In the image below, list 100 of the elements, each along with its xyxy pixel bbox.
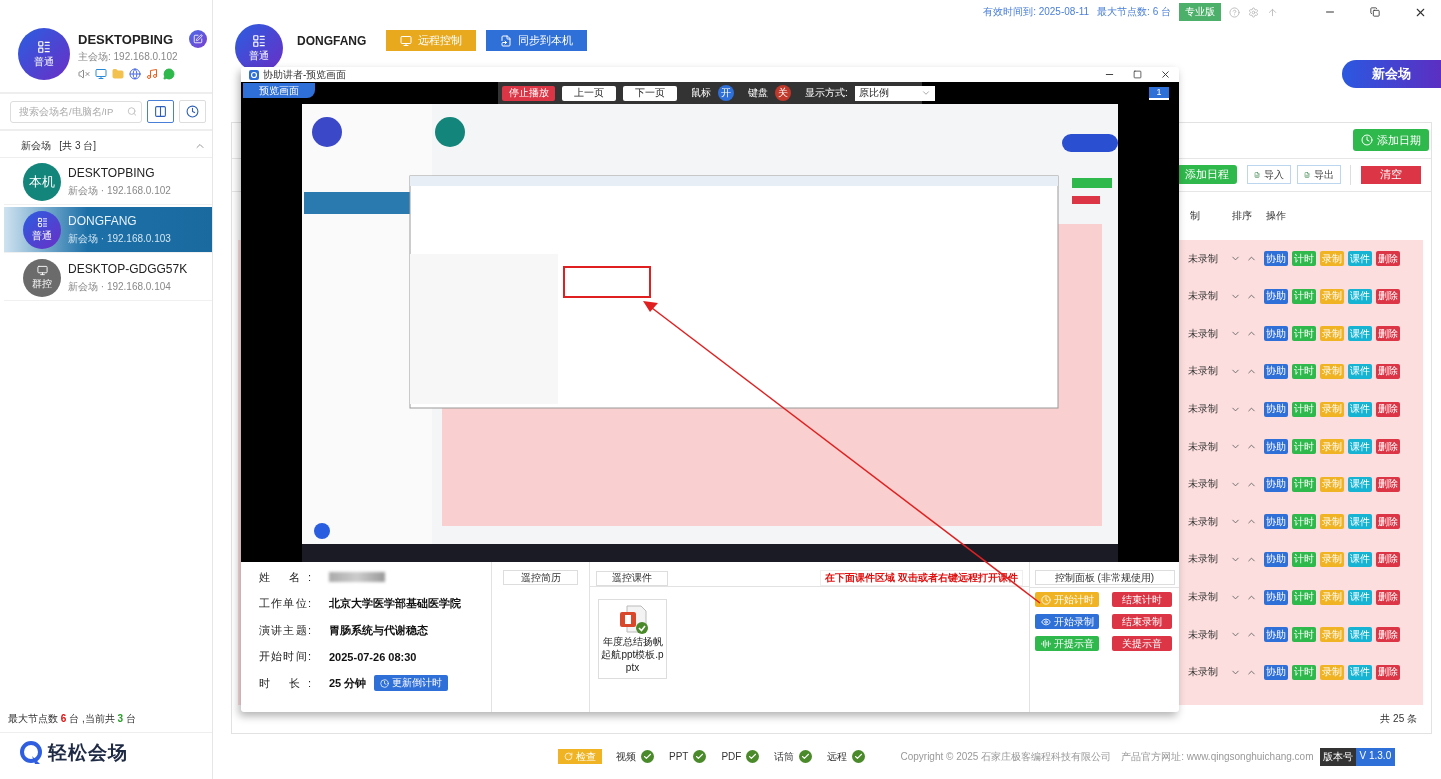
group-title[interactable]: 新会场 [共 3 台]	[21, 138, 97, 153]
mute-icon[interactable]	[78, 68, 90, 80]
row-action-button[interactable]: 计时	[1292, 514, 1316, 530]
maximize-icon[interactable]	[1133, 70, 1142, 79]
row-action-button[interactable]: 计时	[1292, 627, 1316, 643]
row-action-button[interactable]: 课件	[1348, 514, 1372, 530]
next-page-button[interactable]: 下一页	[623, 85, 677, 101]
restore-icon[interactable]	[1370, 7, 1380, 17]
spreadsheet-icon	[1304, 170, 1310, 180]
row-action-button[interactable]: 计时	[1292, 326, 1316, 342]
record-status: 未录制	[1188, 326, 1218, 341]
row-action-button[interactable]: 计时	[1292, 439, 1316, 455]
row-action-button[interactable]: 计时	[1292, 551, 1316, 567]
row-action-button[interactable]: 课件	[1348, 251, 1372, 267]
add-date-button[interactable]: 添加日期	[1353, 129, 1429, 152]
monitor-icon[interactable]	[95, 68, 107, 80]
courseware-file[interactable]: 年度总结扬帆起航ppt模板.pptx	[598, 599, 667, 679]
row-action-button[interactable]: 协助	[1264, 401, 1288, 417]
row-action-button[interactable]: 删除	[1376, 514, 1400, 530]
row-action-button[interactable]: 计时	[1292, 589, 1316, 605]
column-header: 排序	[1232, 209, 1252, 224]
globe-icon[interactable]	[129, 68, 141, 80]
row-action-button[interactable]: 课件	[1348, 439, 1372, 455]
row-action-button[interactable]: 协助	[1264, 251, 1288, 267]
device-item[interactable]: 普通 DONGFANG 新会场 · 192.168.0.103	[4, 207, 212, 253]
control-button[interactable]: 结束计时	[1112, 592, 1172, 607]
row-action-button[interactable]: 计时	[1292, 288, 1316, 304]
field-label: 演讲主题:	[259, 622, 311, 638]
row-action-button[interactable]: 协助	[1264, 627, 1288, 643]
update-countdown-button[interactable]: 更新倒计时	[374, 675, 449, 692]
row-action-button[interactable]: 协助	[1264, 589, 1288, 605]
upgrade-icon[interactable]	[1267, 6, 1278, 18]
control-button[interactable]: 开提示音	[1035, 636, 1099, 651]
row-action-button[interactable]: 删除	[1376, 401, 1400, 417]
device-address: 新会场 · 192.168.0.103	[68, 231, 171, 246]
help-icon[interactable]	[1229, 6, 1240, 18]
edit-button[interactable]	[189, 30, 207, 48]
row-action-button[interactable]: 课件	[1348, 363, 1372, 379]
row-action-button[interactable]: 删除	[1376, 439, 1400, 455]
dropdown-icon	[920, 88, 931, 98]
profile-name: DESKTOPBING	[78, 32, 175, 47]
keyboard-toggle[interactable]: 关	[775, 85, 791, 101]
courseware-tab[interactable]: 遥控课件	[596, 570, 668, 586]
card-view-button[interactable]	[147, 100, 174, 123]
mouse-toggle[interactable]: 开	[718, 85, 734, 101]
previous-page-button[interactable]: 上一页	[562, 85, 616, 101]
row-action-button[interactable]: 删除	[1376, 627, 1400, 643]
control-button[interactable]: 开始录制	[1035, 614, 1099, 629]
clear-button[interactable]: 清空	[1361, 166, 1421, 184]
row-action-button[interactable]: 协助	[1264, 288, 1288, 304]
field-value: 胃肠系统与代谢稳态	[329, 622, 428, 638]
row-action-button[interactable]: 协助	[1264, 551, 1288, 567]
row-action-button[interactable]: 课件	[1348, 401, 1372, 417]
row-action-button[interactable]: 协助	[1264, 439, 1288, 455]
add-schedule-button[interactable]: 添加日程	[1177, 165, 1237, 185]
monitor-icon	[36, 264, 48, 276]
resume-tab[interactable]: 遥控简历	[503, 570, 578, 585]
row-action-button[interactable]: 删除	[1376, 326, 1400, 342]
row-action-button[interactable]: 删除	[1376, 476, 1400, 492]
row-action-button[interactable]: 课件	[1348, 326, 1372, 342]
preview-tab[interactable]: 预览画面	[243, 83, 315, 98]
new-venue-button[interactable]: 新会场	[1342, 60, 1441, 88]
row-action-button[interactable]: 删除	[1376, 251, 1400, 267]
settings-icon[interactable]	[1248, 6, 1259, 18]
export-button[interactable]: 导出	[1297, 165, 1341, 185]
music-icon[interactable]	[146, 68, 158, 80]
row-action-button[interactable]: 计时	[1292, 401, 1316, 417]
row-action-button[interactable]: 课件	[1348, 551, 1372, 567]
chat-icon[interactable]	[163, 68, 175, 80]
control-button[interactable]: 结束录制	[1112, 614, 1172, 629]
row-action-button[interactable]: 协助	[1264, 326, 1288, 342]
row-action-button[interactable]: 协助	[1264, 664, 1288, 680]
expiry-text: 有效时间到: 2025-08-11	[983, 5, 1090, 19]
row-action-button[interactable]: 计时	[1292, 363, 1316, 379]
row-action-button[interactable]: 课件	[1348, 664, 1372, 680]
row-action-button[interactable]: 计时	[1292, 476, 1316, 492]
display-mode-select[interactable]: 原比例	[854, 85, 935, 101]
row-action-button[interactable]: 删除	[1376, 664, 1400, 680]
row-action-button[interactable]: 课件	[1348, 288, 1372, 304]
row-action-button[interactable]: 删除	[1376, 363, 1400, 379]
import-button[interactable]: 导入	[1247, 165, 1291, 185]
close-icon[interactable]	[1160, 69, 1171, 80]
row-action-button[interactable]: 课件	[1348, 589, 1372, 605]
row-action-button[interactable]: 删除	[1376, 288, 1400, 304]
history-button[interactable]	[179, 100, 206, 123]
row-action-button[interactable]: 课件	[1348, 627, 1372, 643]
sync-button[interactable]: 同步到本机	[486, 30, 588, 51]
stop-button[interactable]: 停止播放	[502, 85, 555, 101]
row-action-button[interactable]: 课件	[1348, 476, 1372, 492]
row-action-button[interactable]: 计时	[1292, 251, 1316, 267]
search-field[interactable]: 搜索会场名/电脑名/IP	[10, 100, 142, 123]
row-action-button[interactable]: 删除	[1376, 551, 1400, 567]
control-panel-tab[interactable]: 控制面板 (非常规使用)	[1034, 570, 1175, 585]
folder-icon[interactable]	[112, 68, 124, 80]
row-action-button[interactable]: 计时	[1292, 664, 1316, 680]
row-action-button[interactable]: 协助	[1264, 514, 1288, 530]
row-action-button[interactable]: 协助	[1264, 476, 1288, 492]
control-button[interactable]: 关提示音	[1112, 636, 1172, 651]
row-action-button[interactable]: 删除	[1376, 589, 1400, 605]
row-action-button[interactable]: 协助	[1264, 363, 1288, 379]
